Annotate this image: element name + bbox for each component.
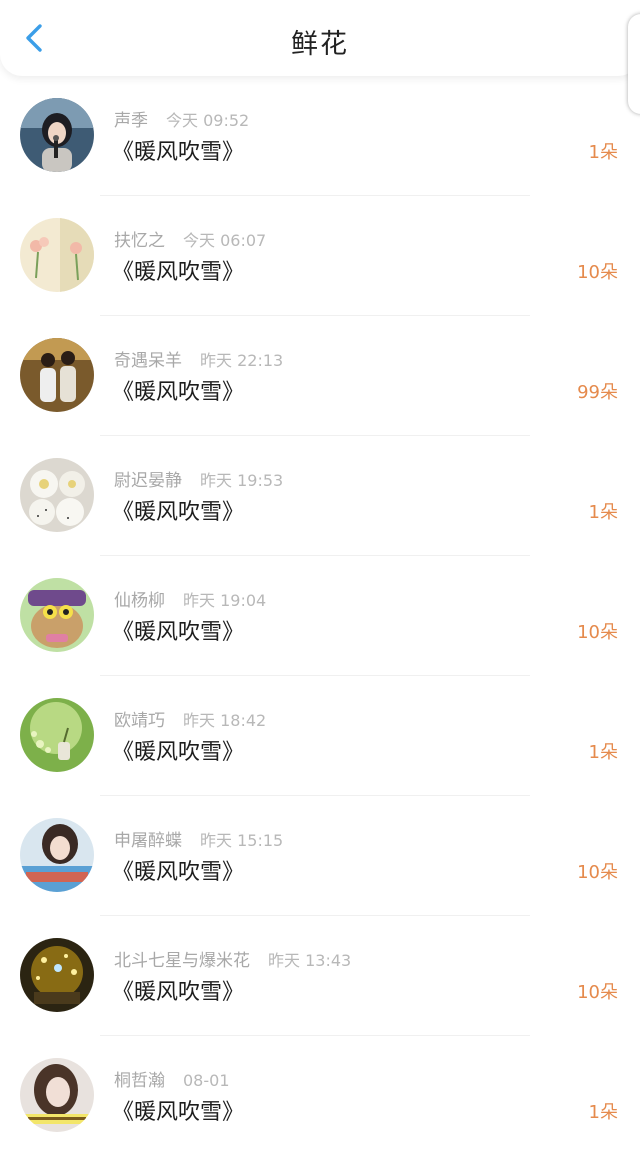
work-title: 《暖风吹雪》 bbox=[112, 860, 245, 885]
work-title: 《暖风吹雪》 bbox=[112, 140, 245, 165]
sender-meta: 尉迟晏静 昨天 19:53 bbox=[114, 466, 283, 491]
flower-count: 1朵 bbox=[588, 742, 618, 763]
list-item[interactable]: 尉迟晏静 昨天 19:53 《暖风吹雪》 1朵 bbox=[0, 436, 640, 556]
timestamp: 昨天 19:53 bbox=[200, 471, 284, 490]
timestamp: 今天 09:52 bbox=[166, 111, 250, 130]
sender-meta: 仙杨柳 昨天 19:04 bbox=[114, 586, 266, 611]
avatar[interactable] bbox=[20, 98, 94, 172]
flower-count: 10朵 bbox=[577, 982, 618, 1003]
sender-meta: 桐哲瀚 08-01 bbox=[114, 1066, 230, 1091]
flower-count: 99朵 bbox=[577, 382, 618, 403]
work-title: 《暖风吹雪》 bbox=[112, 980, 245, 1005]
flower-count: 10朵 bbox=[577, 622, 618, 643]
list-item[interactable]: 欧靖巧 昨天 18:42 《暖风吹雪》 1朵 bbox=[0, 676, 640, 796]
avatar[interactable] bbox=[20, 338, 94, 412]
avatar[interactable] bbox=[20, 458, 94, 532]
work-title: 《暖风吹雪》 bbox=[112, 1100, 245, 1125]
avatar[interactable] bbox=[20, 938, 94, 1012]
list-item[interactable]: 北斗七星与爆米花 昨天 13:43 《暖风吹雪》 10朵 bbox=[0, 916, 640, 1036]
avatar[interactable] bbox=[20, 218, 94, 292]
timestamp: 08-01 bbox=[183, 1071, 230, 1090]
list-item[interactable]: 仙杨柳 昨天 19:04 《暖风吹雪》 10朵 bbox=[0, 556, 640, 676]
sender-meta: 奇遇呆羊 昨天 22:13 bbox=[114, 346, 283, 371]
sender-meta: 欧靖巧 昨天 18:42 bbox=[114, 706, 266, 731]
sender-meta: 申屠醉蝶 昨天 15:15 bbox=[114, 826, 283, 851]
work-title: 《暖风吹雪》 bbox=[112, 500, 245, 525]
sender-name: 申屠醉蝶 bbox=[114, 831, 182, 851]
flower-count: 1朵 bbox=[588, 1102, 618, 1123]
sender-name: 北斗七星与爆米花 bbox=[114, 951, 250, 971]
sender-name: 声季 bbox=[114, 111, 148, 131]
sender-meta: 声季 今天 09:52 bbox=[114, 106, 249, 131]
flower-count: 1朵 bbox=[588, 142, 618, 163]
avatar[interactable] bbox=[20, 818, 94, 892]
list-item[interactable]: 桐哲瀚 08-01 《暖风吹雪》 1朵 bbox=[0, 1036, 640, 1156]
timestamp: 昨天 18:42 bbox=[183, 711, 267, 730]
sender-meta: 扶忆之 今天 06:07 bbox=[114, 226, 266, 251]
work-title: 《暖风吹雪》 bbox=[112, 620, 245, 645]
flower-count: 1朵 bbox=[588, 502, 618, 523]
sender-name: 尉迟晏静 bbox=[114, 471, 182, 491]
list-item[interactable]: 申屠醉蝶 昨天 15:15 《暖风吹雪》 10朵 bbox=[0, 796, 640, 916]
flower-count: 10朵 bbox=[577, 262, 618, 283]
sender-name: 欧靖巧 bbox=[114, 711, 165, 731]
list-item[interactable]: 声季 今天 09:52 《暖风吹雪》 1朵 bbox=[0, 76, 640, 196]
timestamp: 今天 06:07 bbox=[183, 231, 267, 250]
sender-meta: 北斗七星与爆米花 昨天 13:43 bbox=[114, 946, 351, 971]
work-title: 《暖风吹雪》 bbox=[112, 260, 245, 285]
avatar[interactable] bbox=[20, 1058, 94, 1132]
timestamp: 昨天 22:13 bbox=[200, 351, 284, 370]
avatar[interactable] bbox=[20, 698, 94, 772]
list-item[interactable]: 扶忆之 今天 06:07 《暖风吹雪》 10朵 bbox=[0, 196, 640, 316]
avatar[interactable] bbox=[20, 578, 94, 652]
side-pull-tab[interactable] bbox=[628, 14, 640, 114]
page-title: 鲜花 bbox=[291, 29, 349, 60]
top-bar: 鲜花 bbox=[0, 0, 640, 76]
timestamp: 昨天 19:04 bbox=[183, 591, 267, 610]
work-title: 《暖风吹雪》 bbox=[112, 380, 245, 405]
flower-count: 10朵 bbox=[577, 862, 618, 883]
flower-list: 声季 今天 09:52 《暖风吹雪》 1朵 扶忆之 今天 06:07 《暖风吹雪》 … bbox=[0, 76, 640, 1156]
sender-name: 扶忆之 bbox=[114, 231, 165, 251]
sender-name: 桐哲瀚 bbox=[114, 1071, 165, 1091]
work-title: 《暖风吹雪》 bbox=[112, 740, 245, 765]
timestamp: 昨天 15:15 bbox=[200, 831, 284, 850]
list-item[interactable]: 奇遇呆羊 昨天 22:13 《暖风吹雪》 99朵 bbox=[0, 316, 640, 436]
timestamp: 昨天 13:43 bbox=[268, 951, 352, 970]
sender-name: 仙杨柳 bbox=[114, 591, 165, 611]
sender-name: 奇遇呆羊 bbox=[114, 351, 182, 371]
